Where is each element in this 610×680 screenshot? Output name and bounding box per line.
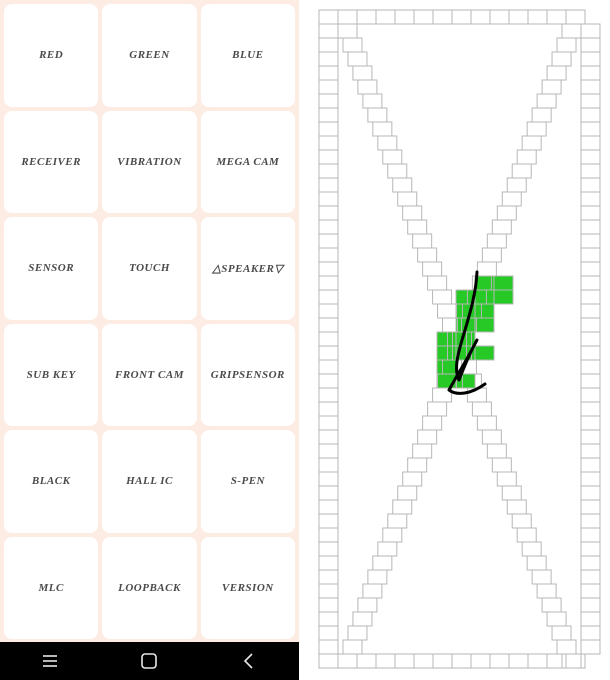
back-icon [239,651,259,671]
tile-speaker[interactable]: △SPEAKER▽ [201,217,295,320]
tile-mega-cam[interactable]: MEGA CAM [201,111,295,214]
tile-blue[interactable]: BLUE [201,4,295,107]
tile-version[interactable]: VERSION [201,537,295,640]
tile-sensor[interactable]: SENSOR [4,217,98,320]
nav-recent-button[interactable] [20,642,80,680]
hw-test-menu: RED GREEN BLUE RECEIVER VIBRATION MEGA C… [0,0,299,680]
tile-green[interactable]: GREEN [102,4,196,107]
android-navbar [0,642,299,680]
tile-mlc[interactable]: MLC [4,537,98,640]
nav-home-button[interactable] [119,642,179,680]
touch-test-screen[interactable] [309,0,610,680]
nav-back-button[interactable] [219,642,279,680]
tile-hall-ic[interactable]: HALL IC [102,430,196,533]
tile-front-cam[interactable]: FRONT CAM [102,324,196,427]
tile-sub-key[interactable]: SUB KEY [4,324,98,427]
tile-red[interactable]: RED [4,4,98,107]
tile-touch[interactable]: TOUCH [102,217,196,320]
tile-vibration[interactable]: VIBRATION [102,111,196,214]
tile-receiver[interactable]: RECEIVER [4,111,98,214]
tile-black[interactable]: BLACK [4,430,98,533]
tile-loopback[interactable]: LOOPBACK [102,537,196,640]
tile-gripsensor[interactable]: GRIPSENSOR [201,324,295,427]
tile-s-pen[interactable]: S-PEN [201,430,295,533]
test-button-grid: RED GREEN BLUE RECEIVER VIBRATION MEGA C… [4,4,295,639]
recent-icon [40,653,60,669]
home-icon [139,651,159,671]
touch-test-canvas [309,0,610,680]
